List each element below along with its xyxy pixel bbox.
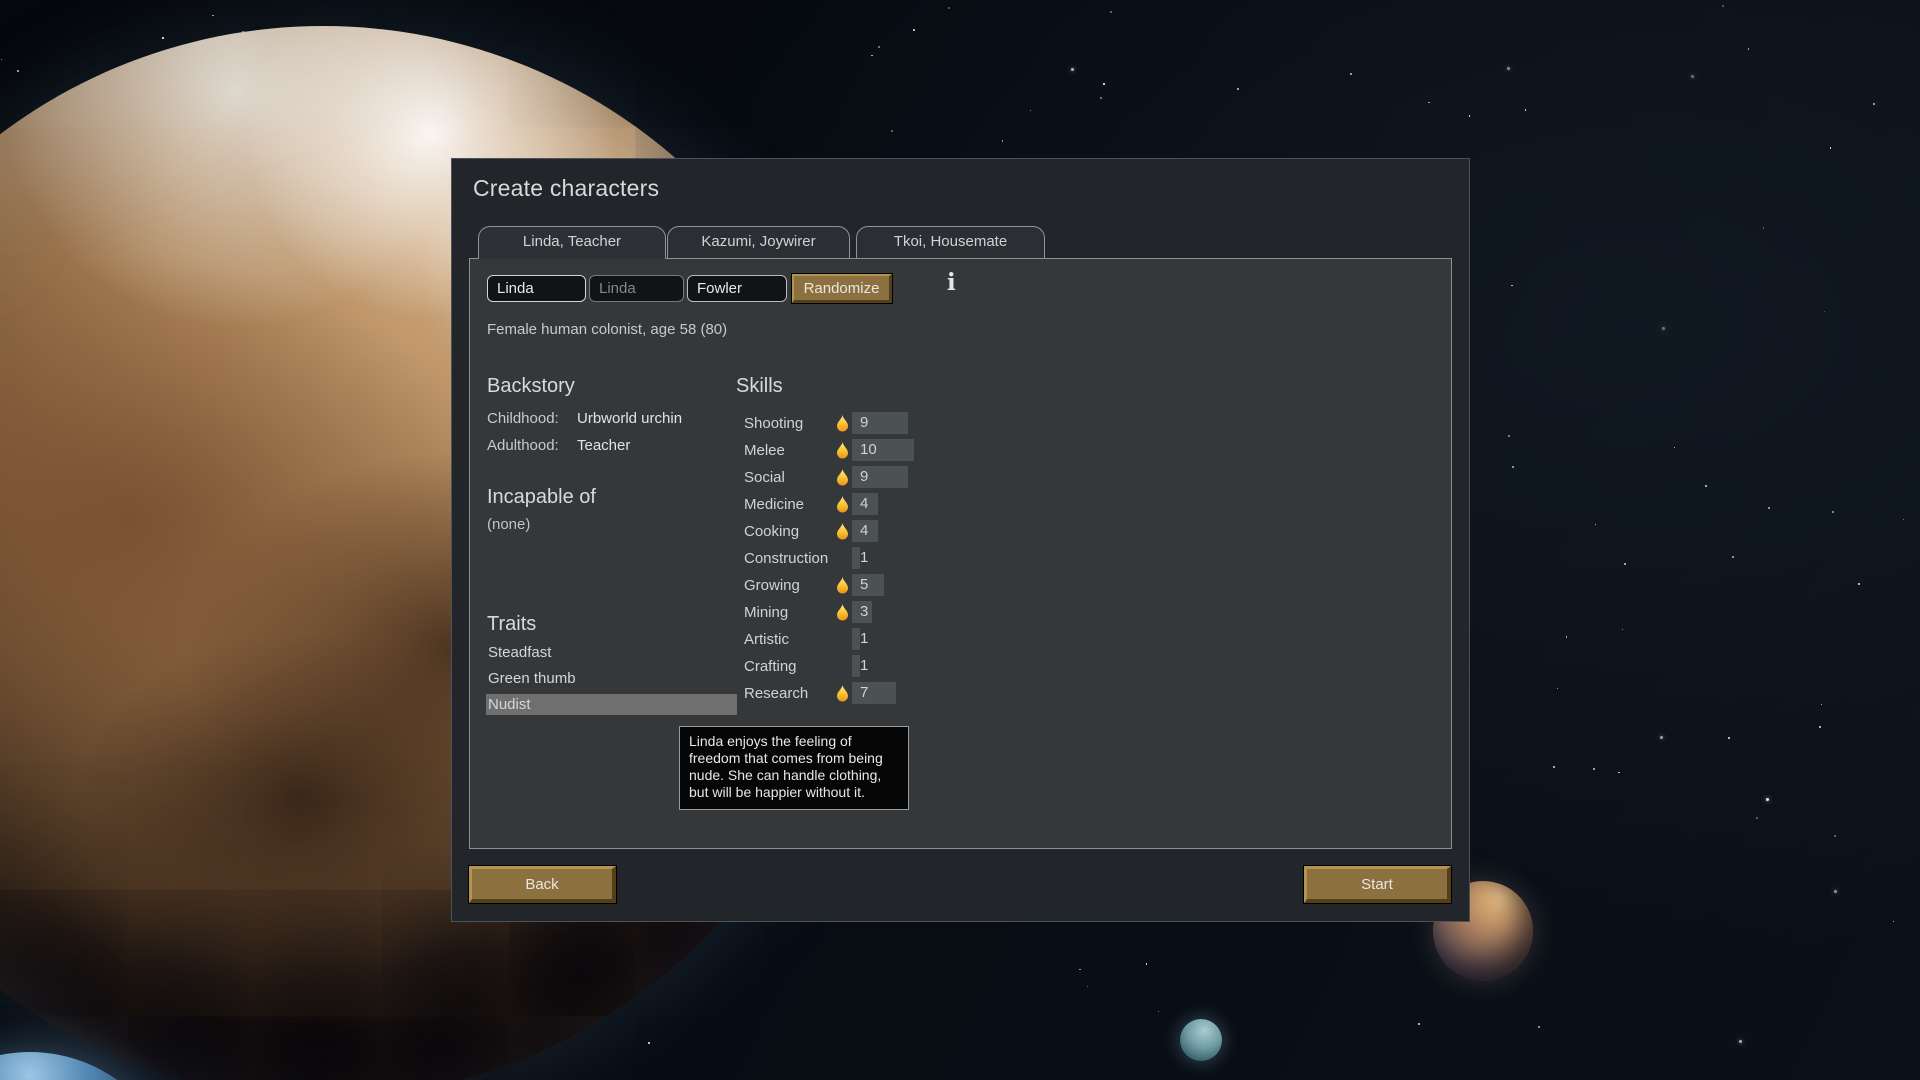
skill-name: Construction <box>744 550 829 567</box>
passion-flame-icon <box>836 415 849 432</box>
skill-row-medicine[interactable]: Medicine 4 <box>744 491 1174 518</box>
nickname-input[interactable] <box>589 275 684 302</box>
tab-character-2[interactable]: Kazumi, Joywirer <box>667 226 850 258</box>
incapable-value: (none) <box>487 516 531 533</box>
moon-teal <box>1180 1019 1222 1061</box>
skill-row-research[interactable]: Research 7 <box>744 680 1174 707</box>
tab-character-3[interactable]: Tkoi, Housemate <box>856 226 1045 258</box>
skill-value: 9 <box>860 414 869 431</box>
skill-value: 1 <box>860 549 869 566</box>
skill-bar: 5 <box>852 574 884 596</box>
adulthood-label: Adulthood: <box>487 437 559 454</box>
skill-bar: 1 <box>852 655 868 677</box>
create-characters-dialog: Create characters Linda, Teacher Kazumi,… <box>451 158 1470 922</box>
skill-row-growing[interactable]: Growing 5 <box>744 572 1174 599</box>
backstory-heading: Backstory <box>487 375 575 397</box>
skill-bar: 9 <box>852 466 908 488</box>
tab-character-1[interactable]: Linda, Teacher <box>478 226 666 259</box>
skill-bar: 1 <box>852 628 868 650</box>
skill-value: 5 <box>860 576 869 593</box>
trait-nudist[interactable]: Nudist <box>486 694 737 715</box>
last-name-input[interactable] <box>687 275 787 302</box>
skill-bar: 3 <box>852 601 872 623</box>
adulthood-value[interactable]: Teacher <box>577 437 630 454</box>
skill-row-melee[interactable]: Melee 10 <box>744 437 1174 464</box>
skill-bar: 4 <box>852 493 878 515</box>
passion-flame-icon <box>836 685 849 702</box>
skill-name: Shooting <box>744 415 804 432</box>
trait-steadfast[interactable]: Steadfast <box>486 642 737 663</box>
skill-value: 1 <box>860 657 869 674</box>
passion-flame-icon <box>836 496 849 513</box>
childhood-label: Childhood: <box>487 410 559 427</box>
skill-name: Melee <box>744 442 785 459</box>
skill-name: Crafting <box>744 658 797 675</box>
passion-flame-icon <box>836 577 849 594</box>
randomize-button[interactable]: Randomize <box>792 274 892 303</box>
incapable-heading: Incapable of <box>487 486 596 508</box>
skill-row-crafting[interactable]: Crafting 1 <box>744 653 1174 680</box>
skill-name: Medicine <box>744 496 805 513</box>
first-name-input[interactable] <box>487 275 586 302</box>
skill-value: 7 <box>860 684 869 701</box>
skill-value: 10 <box>860 441 877 458</box>
character-summary: Female human colonist, age 58 (80) <box>487 321 728 338</box>
skill-bar: 9 <box>852 412 908 434</box>
passion-flame-icon <box>836 442 849 459</box>
skill-name: Research <box>744 685 809 702</box>
skill-value: 3 <box>860 603 869 620</box>
passion-flame-icon <box>836 604 849 621</box>
back-button[interactable]: Back <box>469 866 616 903</box>
childhood-value[interactable]: Urbworld urchin <box>577 410 682 427</box>
skill-name: Mining <box>744 604 789 621</box>
skill-name: Social <box>744 469 785 486</box>
skill-value: 1 <box>860 630 869 647</box>
info-icon[interactable]: i <box>947 269 956 296</box>
skill-value: 4 <box>860 495 869 512</box>
skill-row-artistic[interactable]: Artistic 1 <box>744 626 1174 653</box>
skill-bar: 10 <box>852 439 914 461</box>
start-button[interactable]: Start <box>1304 866 1451 903</box>
skill-name: Artistic <box>744 631 789 648</box>
passion-flame-icon <box>836 469 849 486</box>
skill-bar: 1 <box>852 547 868 569</box>
traits-heading: Traits <box>487 613 537 635</box>
dialog-title: Create characters <box>473 175 660 201</box>
character-panel: Randomize i Female human colonist, age 5… <box>469 258 1452 849</box>
skill-name: Growing <box>744 577 800 594</box>
skill-value: 9 <box>860 468 869 485</box>
skill-bar: 7 <box>852 682 896 704</box>
skill-row-shooting[interactable]: Shooting 9 <box>744 410 1174 437</box>
skill-row-mining[interactable]: Mining 3 <box>744 599 1174 626</box>
skill-row-social[interactable]: Social 9 <box>744 464 1174 491</box>
passion-flame-icon <box>836 523 849 540</box>
skills-heading: Skills <box>736 375 783 397</box>
skill-bar: 4 <box>852 520 878 542</box>
skill-row-construction[interactable]: Construction 1 <box>744 545 1174 572</box>
trait-tooltip: Linda enjoys the feeling of freedom that… <box>679 726 909 810</box>
skill-name: Cooking <box>744 523 800 540</box>
trait-green-thumb[interactable]: Green thumb <box>486 668 737 689</box>
skill-value: 4 <box>860 522 869 539</box>
skill-row-cooking[interactable]: Cooking 4 <box>744 518 1174 545</box>
